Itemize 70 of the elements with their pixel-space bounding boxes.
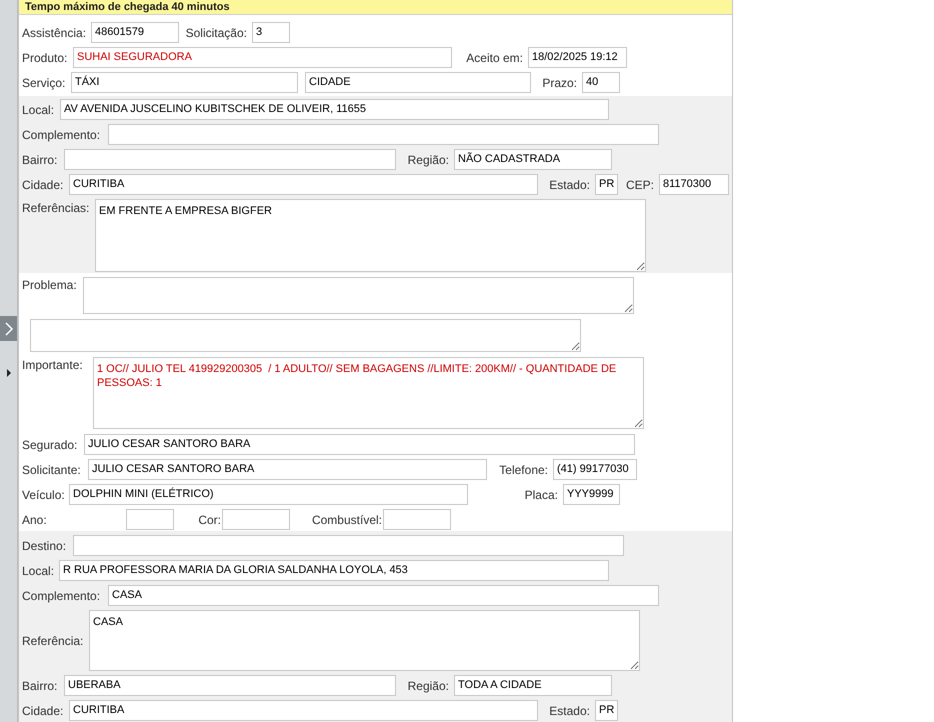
field-label: Referências:	[22, 201, 90, 215]
input-field[interactable]	[383, 509, 451, 530]
field-label: Placa:	[524, 488, 558, 502]
field-label: Importante:	[22, 358, 83, 372]
field-label: Destino:	[22, 538, 66, 552]
field-label: Cor:	[198, 512, 221, 526]
input-field[interactable]	[108, 124, 659, 145]
input-field[interactable]	[64, 149, 396, 170]
input-field[interactable]: 40	[582, 72, 620, 93]
input-field[interactable]: 18/02/2025 19:12	[528, 47, 627, 68]
field-label: Cidade:	[22, 178, 64, 192]
field-label: Assistência:	[22, 26, 86, 40]
input-field[interactable]: DOLPHIN MINI (ELÉTRICO)	[69, 484, 468, 505]
input-field[interactable]: CURITIBA	[69, 700, 538, 721]
input-field[interactable]: 3	[252, 22, 290, 43]
field-label: Local:	[22, 564, 54, 578]
field-label: Telefone:	[499, 462, 548, 476]
input-field[interactable]: PR	[595, 700, 618, 721]
text-area[interactable]: EM FRENTE A EMPRESA BIGFER	[95, 199, 646, 272]
text-area[interactable]: CASA	[89, 610, 640, 671]
input-field[interactable]: CIDADE	[305, 72, 531, 93]
field-label: Problema:	[22, 278, 77, 292]
field-label: Bairro:	[22, 152, 58, 166]
field-label: Combustível:	[312, 512, 382, 526]
field-label: Local:	[22, 102, 54, 116]
input-field[interactable]: UBERABA	[64, 675, 396, 696]
field-label: Solicitação:	[186, 26, 247, 40]
input-field[interactable]: JULIO CESAR SANTORO BARA	[88, 459, 487, 480]
input-field[interactable]: NÃO CADASTRADA	[454, 149, 612, 170]
text-area[interactable]: 1 OC// JULIO TEL 419929200305 / 1 ADULTO// SEM BAGAGENS //LIMITE: 200KM// - QUANTIDADE DE PESSOAS: 1	[93, 357, 644, 429]
input-field[interactable]	[222, 509, 290, 530]
input-field[interactable]: JULIO CESAR SANTORO BARA	[84, 434, 635, 455]
input-field[interactable]: SUHAI SEGURADORA	[73, 47, 452, 68]
input-field[interactable]: PR	[595, 174, 618, 195]
input-field[interactable]	[73, 535, 624, 556]
input-field[interactable]: CASA	[108, 585, 659, 606]
field-label: Cidade:	[22, 704, 64, 718]
expand-button[interactable]	[0, 316, 17, 341]
field-label: Estado:	[549, 704, 590, 718]
input-field[interactable]	[126, 509, 174, 530]
field-label: Região:	[408, 152, 449, 166]
input-field[interactable]: CURITIBA	[69, 174, 538, 195]
field-label: Bairro:	[22, 678, 58, 692]
text-area[interactable]	[30, 319, 581, 352]
input-field[interactable]: YYY9999	[563, 484, 620, 505]
field-label: Aceito em:	[466, 50, 523, 64]
caret-icon[interactable]	[6, 369, 12, 377]
input-field[interactable]: (41) 99177030	[553, 459, 637, 480]
field-label: Segurado:	[22, 438, 78, 452]
input-field[interactable]: 48601579	[91, 22, 179, 43]
input-field[interactable]: TÁXI	[71, 72, 298, 93]
panel-title: Tempo máximo de chegada 40 minutos	[25, 0, 230, 14]
field-label: CEP:	[626, 178, 654, 192]
field-label: Veículo:	[22, 488, 65, 502]
input-field[interactable]: R RUA PROFESSORA MARIA DA GLORIA SALDANHA LOYOLA, 453	[59, 560, 609, 581]
field-label: Região:	[408, 678, 449, 692]
input-field[interactable]: 81170300	[659, 174, 729, 195]
field-label: Serviço:	[22, 76, 66, 90]
field-label: Referência:	[22, 634, 84, 648]
field-label: Estado:	[549, 178, 590, 192]
field-label: Produto:	[22, 50, 68, 64]
input-field[interactable]: TODA A CIDADE	[454, 675, 612, 696]
field-label: Prazo:	[542, 76, 577, 90]
field-label: Solicitante:	[22, 462, 81, 476]
field-label: Complemento:	[22, 588, 100, 602]
field-label: Complemento:	[22, 128, 100, 142]
text-area[interactable]	[83, 277, 634, 314]
input-field[interactable]: AV AVENIDA JUSCELINO KUBITSCHEK DE OLIVEIR, 11655	[60, 99, 609, 120]
field-label: Ano:	[22, 512, 47, 526]
chevron-icon	[4, 322, 14, 336]
